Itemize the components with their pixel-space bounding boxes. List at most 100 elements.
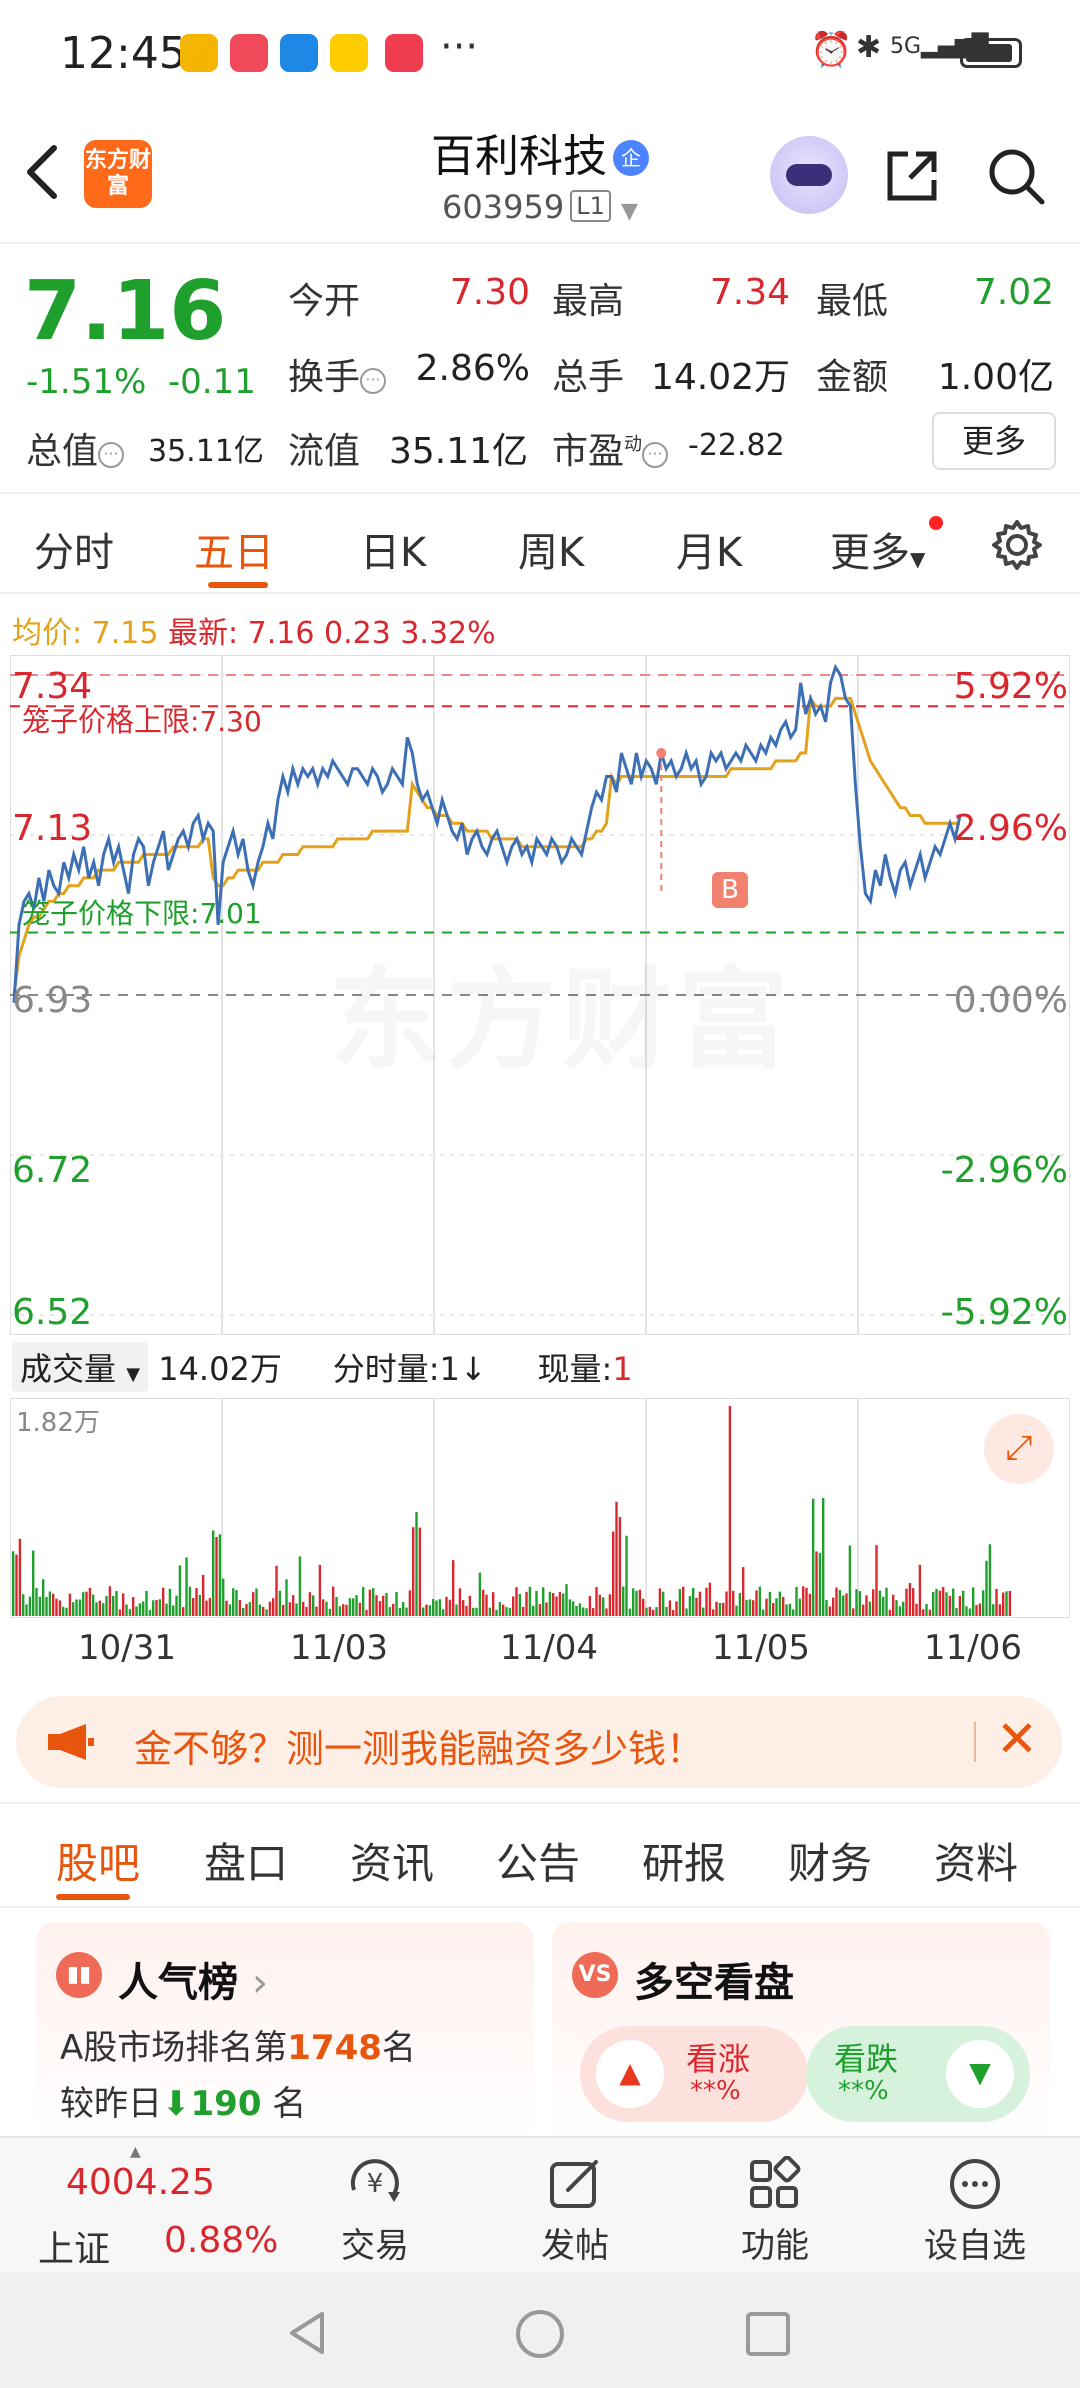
bottom-navigation: ▲ 4004.25 上证 0.88% ¥ 交易 发帖 功能 设自选 (0, 2136, 1080, 2272)
tab-research[interactable]: 研报 (642, 1830, 726, 1891)
share-icon[interactable] (882, 146, 942, 206)
volume-bar (48, 1591, 52, 1616)
turnover-label[interactable]: 换手 ··· (288, 348, 387, 400)
tab-daily-k[interactable]: 日K (360, 520, 426, 578)
recents-square-icon[interactable] (744, 2310, 792, 2358)
volume-bar (548, 1591, 552, 1616)
volume-bar (568, 1599, 572, 1616)
volume-bar (1008, 1590, 1012, 1616)
rank-change-line: 较昨日⬇190 名 (60, 2084, 307, 2124)
nav-functions[interactable]: 功能 (700, 2148, 850, 2268)
volume-bar (475, 1607, 478, 1616)
volume-bar (328, 1608, 332, 1616)
volume-bar (642, 1598, 645, 1616)
chart-legend: 均价: 7.15 最新: 7.16 0.23 3.32% (12, 608, 496, 652)
volume-bar (602, 1597, 605, 1616)
y-label-left: 6.52 (12, 1292, 93, 1333)
volume-bar (588, 1595, 592, 1616)
nav-add-watchlist[interactable]: 设自选 (900, 2148, 1050, 2268)
volume-bar (402, 1602, 405, 1616)
sentiment-title: 多空看盘 (634, 1960, 794, 2006)
volume-bar (352, 1598, 355, 1616)
volume-bar (268, 1601, 272, 1616)
tab-more[interactable]: 更多▼ (830, 516, 944, 578)
home-circle-icon[interactable] (514, 2308, 566, 2360)
volume-bar (572, 1601, 575, 1616)
info-icon[interactable]: ··· (642, 442, 669, 468)
more-quote-button[interactable]: 更多 (932, 412, 1056, 470)
volume-bar (528, 1586, 532, 1616)
volume-bar (272, 1598, 275, 1616)
volume-bar (305, 1607, 308, 1616)
volume-bar (495, 1609, 498, 1616)
buy-marker[interactable]: B (712, 872, 748, 908)
bearish-button[interactable]: 看跌 **% ▼ (806, 2026, 1030, 2122)
volume-bar (612, 1531, 615, 1616)
nav-trade[interactable]: ¥ 交易 (300, 2148, 450, 2268)
popularity-title[interactable]: 人气榜 › (118, 1950, 268, 2008)
index-name[interactable]: 上证 (38, 2220, 110, 2272)
index-value[interactable]: 4004.25 (66, 2162, 215, 2203)
index-percent[interactable]: 0.88% (164, 2220, 278, 2261)
volume-bar (55, 1598, 58, 1616)
stock-name: 百利科技 (431, 131, 607, 182)
volume-bar (125, 1604, 128, 1616)
expand-icon[interactable]: ⤢ (984, 1414, 1054, 1484)
settings-gear-icon[interactable] (990, 518, 1044, 572)
volume-bar (928, 1609, 932, 1616)
volume-bar (775, 1598, 778, 1616)
market-cap-label[interactable]: 总值 ··· (26, 422, 125, 474)
volume-bar (725, 1591, 728, 1616)
volume-bar (112, 1595, 115, 1616)
back-triangle-icon[interactable] (282, 2308, 332, 2358)
volume-indicator-select[interactable]: 成交量 ▼ (12, 1342, 149, 1392)
tab-financials[interactable]: 财务 (788, 1830, 872, 1891)
enterprise-badge: 企 (613, 140, 649, 176)
tab-order-book[interactable]: 盘口 (204, 1830, 288, 1891)
y-label-right: -2.96% (940, 1150, 1068, 1191)
tab-guba[interactable]: 股吧 (56, 1830, 140, 1891)
volume-bar (338, 1606, 342, 1616)
volume-bar (65, 1607, 68, 1616)
volume-bar (635, 1590, 638, 1616)
volume-chart[interactable] (10, 1398, 1070, 1618)
tab-news[interactable]: 资讯 (350, 1830, 434, 1891)
megaphone-icon (48, 1724, 94, 1760)
volume-bar (418, 1527, 422, 1616)
system-navigation-bar (0, 2272, 1080, 2388)
tab-five-day[interactable]: 五日 (194, 520, 274, 578)
volume-bar (478, 1572, 482, 1616)
assistant-robot-icon[interactable] (770, 136, 848, 214)
close-icon[interactable]: ✕ (996, 1710, 1038, 1768)
info-icon[interactable]: ··· (98, 442, 125, 468)
down-arrow-icon: ⬇ (162, 2084, 191, 2124)
promo-banner[interactable]: 金不够？测一测我能融资多少钱！ ✕ (16, 1696, 1062, 1788)
nav-post[interactable]: 发帖 (500, 2148, 650, 2268)
volume-bar (872, 1589, 875, 1616)
volume-bar (848, 1545, 852, 1616)
volume-bar (802, 1586, 805, 1616)
volume-bar (545, 1602, 548, 1616)
tab-announcements[interactable]: 公告 (496, 1830, 580, 1891)
volume-bar (845, 1593, 848, 1616)
volume-bar (805, 1588, 808, 1616)
tab-intraday[interactable]: 分时 (34, 520, 114, 578)
active-tab-indicator (208, 582, 268, 588)
volume-bar (188, 1586, 192, 1616)
volume-bar (472, 1607, 475, 1616)
info-icon[interactable]: ··· (360, 368, 387, 394)
volume-bar (212, 1530, 215, 1616)
volume-bar (98, 1600, 102, 1616)
tab-monthly-k[interactable]: 月K (676, 520, 742, 578)
tab-weekly-k[interactable]: 周K (518, 520, 584, 578)
bullish-button[interactable]: ▲ 看涨 **% (580, 2026, 808, 2122)
volume-bar (995, 1588, 998, 1616)
pe-label[interactable]: 市盈动 ··· (552, 422, 669, 474)
search-icon[interactable] (986, 146, 1046, 206)
popularity-card[interactable]: ▮▮ 人气榜 › A股市场排名第1748名 较昨日⬇190 名 (36, 1922, 534, 2142)
volume-bar (285, 1579, 288, 1616)
volume-bar (308, 1592, 312, 1616)
tab-profile[interactable]: 资料 (934, 1830, 1018, 1891)
volume-bar (772, 1603, 775, 1616)
volume-bar (428, 1605, 432, 1616)
